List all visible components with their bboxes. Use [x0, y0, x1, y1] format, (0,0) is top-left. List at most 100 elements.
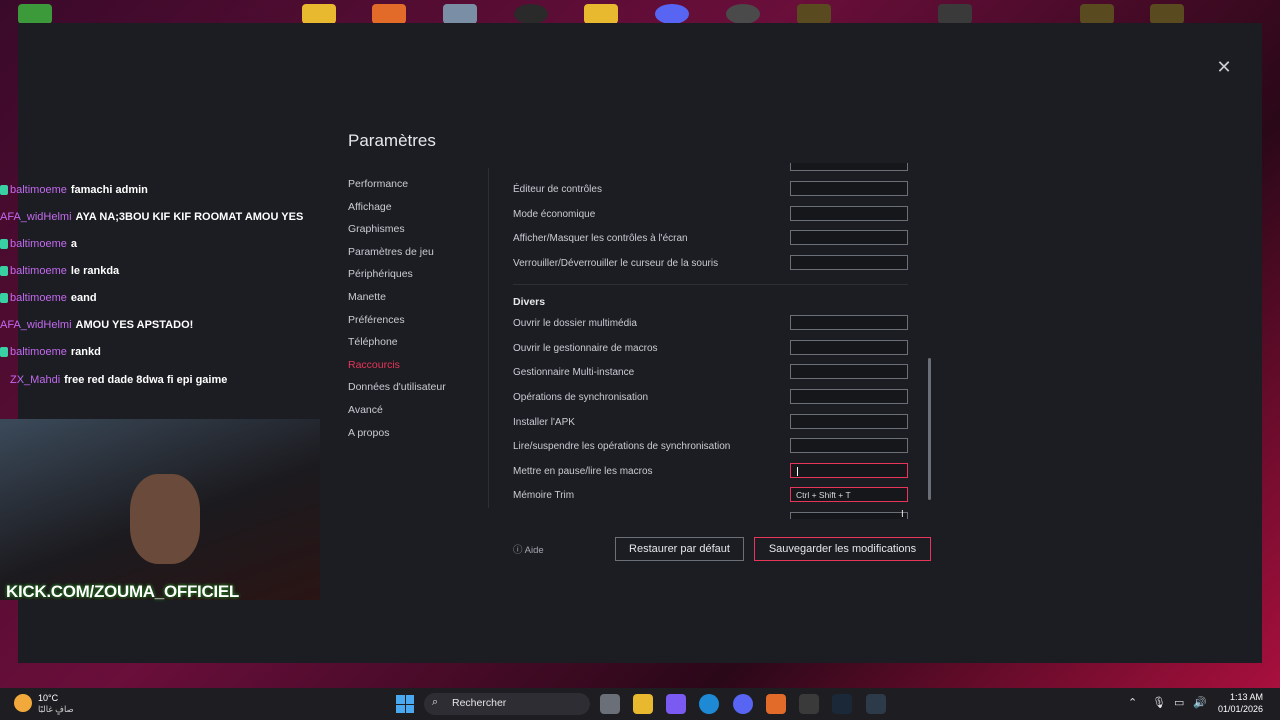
shortcut-row: Ouvrir le dossier multimédia [513, 315, 913, 335]
nav-item-a-propos[interactable]: A propos [348, 422, 478, 445]
shortcut-field-focused[interactable] [790, 463, 908, 478]
shortcut-field[interactable] [790, 414, 908, 429]
search-icon: ⌕ [432, 696, 439, 708]
discord-icon[interactable] [733, 694, 753, 714]
shortcut-field[interactable] [790, 512, 908, 519]
nav-item-donnees-utilisateur[interactable]: Données d'utilisateur [348, 376, 478, 399]
chat-username: baltimoeme [10, 265, 67, 277]
shortcut-row: Mode économique [513, 206, 913, 226]
chat-message: baltimoeme famachi admin [0, 184, 148, 204]
nav-item-telephone[interactable]: Téléphone [348, 331, 478, 354]
nav-item-raccourcis[interactable]: Raccourcis [348, 354, 478, 377]
avatar-icon[interactable] [1150, 4, 1184, 24]
nav-item-preferences[interactable]: Préférences [348, 309, 478, 332]
nav-item-affichage[interactable]: Affichage [348, 196, 478, 219]
taskbar-search[interactable]: ⌕ Rechercher [424, 693, 590, 715]
text-cursor-icon: Ι [901, 509, 904, 520]
shortcut-row: Éditeur de contrôles [513, 181, 913, 201]
taskbar: 10°C صافٍ غالبًا ⌕ Rechercher ⌃ 🎙 ▭ 🔊 1:… [0, 688, 1280, 720]
chat-message: baltimoeme le rankda [0, 265, 119, 285]
chat-message: AFA_widHelmi AMOU YES APSTADO! [0, 319, 193, 339]
save-changes-button[interactable]: Sauvegarder les modifications [754, 537, 931, 561]
avatar-icon[interactable] [1080, 4, 1114, 24]
chat-username: baltimoeme [10, 292, 67, 304]
desktop-app-icon[interactable] [18, 4, 52, 24]
chat-badge-icon [0, 185, 8, 196]
copilot-icon[interactable] [666, 694, 686, 714]
shortcut-field[interactable] [790, 340, 908, 355]
chat-username: baltimoeme [10, 238, 67, 250]
rockstar-icon[interactable] [584, 4, 618, 24]
chat-text: famachi admin [70, 184, 148, 196]
volume-icon[interactable]: 🔊 [1193, 696, 1207, 709]
nav-item-peripheriques[interactable]: Périphériques [348, 263, 478, 286]
app-icon[interactable] [443, 4, 477, 24]
shortcut-label: Ouvrir le gestionnaire de macros [513, 343, 658, 354]
app-icon[interactable] [372, 4, 406, 24]
weather-description: صافٍ غالبًا [38, 704, 74, 714]
avatar-icon[interactable] [797, 4, 831, 24]
section-title-divers: Divers [513, 296, 546, 308]
obs-icon[interactable] [514, 4, 548, 24]
restore-defaults-button[interactable]: Restaurer par défaut [615, 537, 744, 561]
shortcut-row: Opérations de synchronisation [513, 389, 913, 409]
network-icon[interactable]: ▭ [1174, 696, 1184, 709]
shortcut-field[interactable]: Ctrl + Shift + T [790, 487, 908, 502]
app-icon[interactable] [726, 4, 760, 24]
nav-item-parametres-de-jeu[interactable]: Paramètres de jeu [348, 241, 478, 264]
folder-icon[interactable] [302, 4, 336, 24]
search-label: Rechercher [452, 697, 507, 709]
discord-icon[interactable] [655, 4, 689, 24]
bluestacks-icon[interactable] [866, 694, 886, 714]
gta-icon[interactable] [938, 4, 972, 24]
shortcut-field[interactable] [790, 315, 908, 330]
task-view-icon[interactable] [600, 694, 620, 714]
clock-date[interactable]: 01/01/2026 [1218, 704, 1263, 714]
app-icon[interactable] [766, 694, 786, 714]
shortcut-label: Mode économique [513, 209, 596, 220]
app-icon[interactable] [799, 694, 819, 714]
shortcut-label: Éditeur de contrôles [513, 184, 602, 195]
chevron-up-icon[interactable]: ⌃ [1128, 696, 1137, 709]
chat-message: baltimoeme a [0, 238, 77, 258]
shortcut-row: Gestionnaire Multi-instance [513, 364, 913, 384]
nav-item-avance[interactable]: Avancé [348, 399, 478, 422]
shortcut-row [513, 512, 913, 519]
shortcut-field[interactable] [790, 230, 908, 245]
chat-badge-icon [0, 347, 8, 358]
shortcut-field[interactable] [790, 181, 908, 196]
chat-message: AFA_widHelmi AYA NA;3BOU KIF KIF ROOMAT A… [0, 211, 303, 231]
steam-icon[interactable] [832, 694, 852, 714]
chat-text: AYA NA;3BOU KIF KIF ROOMAT AMOU YES [75, 211, 304, 223]
nav-item-graphismes[interactable]: Graphismes [348, 218, 478, 241]
shortcut-field[interactable] [790, 389, 908, 404]
nav-item-performance[interactable]: Performance [348, 173, 478, 196]
chat-username: baltimoeme [10, 346, 67, 358]
weather-icon[interactable] [14, 694, 32, 712]
help-link[interactable]: ⓘ Aide [513, 542, 544, 556]
shortcut-label: Mémoire Trim [513, 490, 575, 501]
shortcut-field[interactable] [790, 255, 908, 270]
streamer-face [130, 474, 200, 564]
shortcut-field[interactable] [790, 163, 908, 171]
microphone-icon[interactable]: 🎙 [1152, 696, 1166, 709]
shortcut-field[interactable] [790, 438, 908, 453]
scrollbar[interactable] [928, 358, 931, 500]
clock-time[interactable]: 1:13 AM [1230, 692, 1263, 702]
close-button[interactable]: ✕ [1214, 57, 1234, 77]
file-explorer-icon[interactable] [633, 694, 653, 714]
edge-icon[interactable] [699, 694, 719, 714]
start-icon[interactable] [396, 695, 414, 713]
shortcut-row: Mettre en pause/lire les macros [513, 463, 913, 483]
chat-text: le rankda [70, 265, 120, 277]
nav-item-manette[interactable]: Manette [348, 286, 478, 309]
shortcut-field[interactable] [790, 364, 908, 379]
chat-username: AFA_widHelmi [0, 319, 72, 331]
shortcut-label: Ouvrir le dossier multimédia [513, 318, 637, 329]
chat-text: eand [70, 292, 97, 304]
shortcut-label: Opérations de synchronisation [513, 392, 649, 403]
settings-nav: Performance Affichage Graphismes Paramèt… [348, 173, 478, 444]
chat-badge-icon [0, 239, 8, 250]
shortcut-field[interactable] [790, 206, 908, 221]
stream-chat: baltimoeme famachi admin AFA_widHelmi AYA … [0, 180, 320, 420]
